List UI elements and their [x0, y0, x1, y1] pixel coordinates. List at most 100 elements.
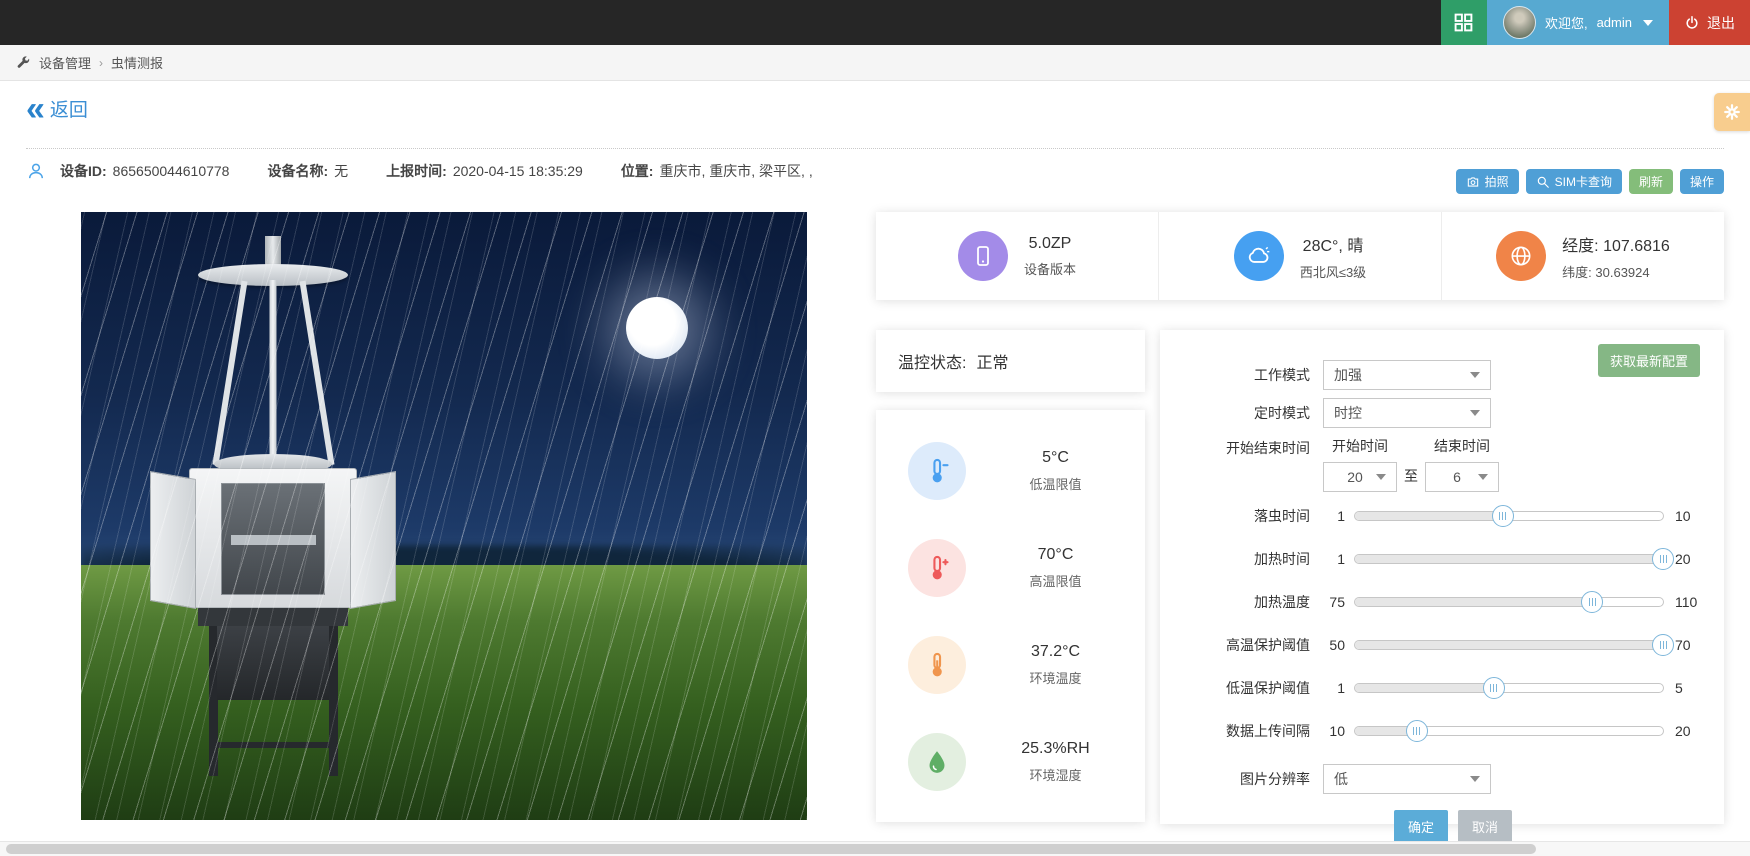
logout-label: 退出: [1707, 13, 1735, 33]
high-temp-protect-slider[interactable]: [1354, 640, 1664, 650]
scrollbar-thumb[interactable]: [6, 844, 1536, 854]
sensor-readings: 5°C低温限值 70°C高温限值 37.2°C环境温度 25.3%RH环境湿度: [876, 410, 1145, 822]
sensor-row-humidity: 25.3%RH环境湿度: [876, 733, 1145, 791]
weather-card: 28C°, 晴西北风≤3级: [1158, 212, 1441, 300]
slider-handle[interactable]: [1483, 677, 1505, 699]
slider-row: 数据上传间隔 10 20: [1160, 721, 1724, 741]
summary-cards: 5.0ZP设备版本 28C°, 晴西北风≤3级 经度: 107.6816纬度: …: [876, 212, 1724, 300]
horizontal-scrollbar[interactable]: [0, 841, 1750, 856]
slider-handle[interactable]: [1652, 548, 1674, 570]
low-temp-protect-slider[interactable]: [1354, 683, 1664, 693]
report-time: 上报时间: 2020-04-15 18:35:29: [386, 161, 583, 181]
chevron-down-icon: [1470, 776, 1480, 782]
breadcrumb-item-device-management[interactable]: 设备管理: [39, 53, 91, 72]
moon: [626, 297, 688, 359]
thermometer-low-icon: [908, 442, 966, 500]
welcome-text: 欢迎您,: [1545, 13, 1588, 32]
globe-icon: [1496, 231, 1546, 281]
device-location: 位置: 重庆市, 重庆市, 梁平区, ,: [621, 161, 813, 181]
thermometer-high-icon: [908, 539, 966, 597]
chevron-down-icon: [1478, 474, 1488, 480]
breadcrumb-item-pest-report[interactable]: 虫情测报: [111, 53, 163, 72]
back-label: 返回: [50, 95, 88, 122]
thermometer-env-icon: [908, 636, 966, 694]
timer-mode-select[interactable]: 时控: [1323, 398, 1491, 428]
breadcrumb: 设备管理 › 虫情测报: [0, 45, 1750, 81]
humidity-icon: [908, 733, 966, 791]
chevron-down-icon: [1643, 20, 1653, 26]
username: admin: [1597, 15, 1632, 30]
temp-control-status: 温控状态: 正常: [876, 330, 1145, 392]
gear-icon: [1723, 103, 1741, 121]
temp-status-label: 温控状态:: [898, 349, 966, 373]
device-id: 设备ID: 865650044610778: [60, 161, 229, 181]
sensor-row-low-temp: 5°C低温限值: [876, 442, 1145, 500]
start-time-label: 开始时间: [1332, 436, 1388, 456]
power-icon: [1684, 15, 1700, 31]
start-time-select[interactable]: 20: [1323, 462, 1397, 492]
resolution-row: 图片分辨率 低: [1160, 764, 1724, 794]
slider-row: 低温保护阈值 1 5: [1160, 678, 1724, 698]
wrench-icon: [15, 55, 31, 71]
slider-handle[interactable]: [1492, 505, 1514, 527]
resolution-label: 图片分辨率: [1160, 769, 1310, 789]
fetch-latest-config-button[interactable]: 获取最新配置: [1598, 344, 1700, 377]
drop-insect-time-slider[interactable]: [1354, 511, 1664, 521]
sim-query-button[interactable]: SIM卡查询: [1526, 169, 1622, 194]
sensor-row-env-temp: 37.2°C环境温度: [876, 636, 1145, 694]
resolution-select[interactable]: 低: [1323, 764, 1491, 794]
weather-icon: [1234, 231, 1284, 281]
topbar: 欢迎您, admin 退出: [0, 0, 1750, 45]
chevron-down-icon: [1470, 372, 1480, 378]
slider-handle[interactable]: [1652, 634, 1674, 656]
avatar: [1503, 6, 1536, 39]
back-link[interactable]: « 返回: [26, 95, 88, 122]
form-buttons: 确定 取消: [1394, 810, 1724, 843]
temp-status-value: 正常: [976, 349, 1008, 373]
end-time-label: 结束时间: [1434, 436, 1490, 456]
heating-time-slider[interactable]: [1354, 554, 1664, 564]
logout-button[interactable]: 退出: [1669, 0, 1750, 45]
version-card: 5.0ZP设备版本: [876, 212, 1158, 300]
page: 欢迎您, admin 退出 设备管理 › 虫情测报 « 返回: [0, 0, 1750, 856]
chevron-down-icon: [1470, 410, 1480, 416]
breadcrumb-separator: ›: [99, 56, 103, 70]
refresh-button[interactable]: 刷新: [1629, 169, 1673, 194]
timer-mode-row: 定时模式 时控: [1160, 398, 1724, 428]
heating-temp-slider[interactable]: [1354, 597, 1664, 607]
qr-grid-icon: [1454, 13, 1473, 32]
device-photo: [81, 212, 807, 820]
slider-row: 加热时间 1 20: [1160, 549, 1724, 569]
slider-handle[interactable]: [1406, 720, 1428, 742]
sensor-row-high-temp: 70°C高温限值: [876, 539, 1145, 597]
qr-code-button[interactable]: [1441, 0, 1487, 45]
slider-handle[interactable]: [1581, 591, 1603, 613]
work-mode-label: 工作模式: [1160, 365, 1310, 385]
device-name: 设备名称: 无: [267, 161, 348, 181]
action-buttons: 拍照 SIM卡查询 刷新 操作: [1456, 169, 1724, 194]
slider-row: 落虫时间 1 10: [1160, 506, 1724, 526]
end-time-select[interactable]: 6: [1425, 462, 1499, 492]
back-icon: «: [26, 97, 42, 121]
cancel-button[interactable]: 取消: [1458, 810, 1512, 843]
time-range-row: 开始结束时间 开始时间 20 至 结束时间 6: [1160, 436, 1724, 492]
camera-icon: [1466, 175, 1480, 189]
slider-row: 加热温度 75 110: [1160, 592, 1724, 612]
pest-trap-device: [183, 236, 363, 795]
chevron-down-icon: [1376, 474, 1386, 480]
user-menu[interactable]: 欢迎您, admin: [1487, 0, 1669, 45]
slider-row: 高温保护阈值 50 70: [1160, 635, 1724, 655]
confirm-button[interactable]: 确定: [1394, 810, 1448, 843]
device-version-icon: [958, 231, 1008, 281]
time-range-label: 开始结束时间: [1160, 438, 1310, 458]
user-icon: [26, 161, 46, 181]
upload-interval-slider[interactable]: [1354, 726, 1664, 736]
operate-button[interactable]: 操作: [1680, 169, 1724, 194]
photo-button[interactable]: 拍照: [1456, 169, 1519, 194]
work-mode-select[interactable]: 加强: [1323, 360, 1491, 390]
timer-mode-label: 定时模式: [1160, 403, 1310, 423]
to-label: 至: [1404, 466, 1418, 486]
coords-card: 经度: 107.6816纬度: 30.63924: [1441, 212, 1724, 300]
settings-tab[interactable]: [1714, 93, 1750, 131]
search-icon: [1536, 175, 1550, 189]
